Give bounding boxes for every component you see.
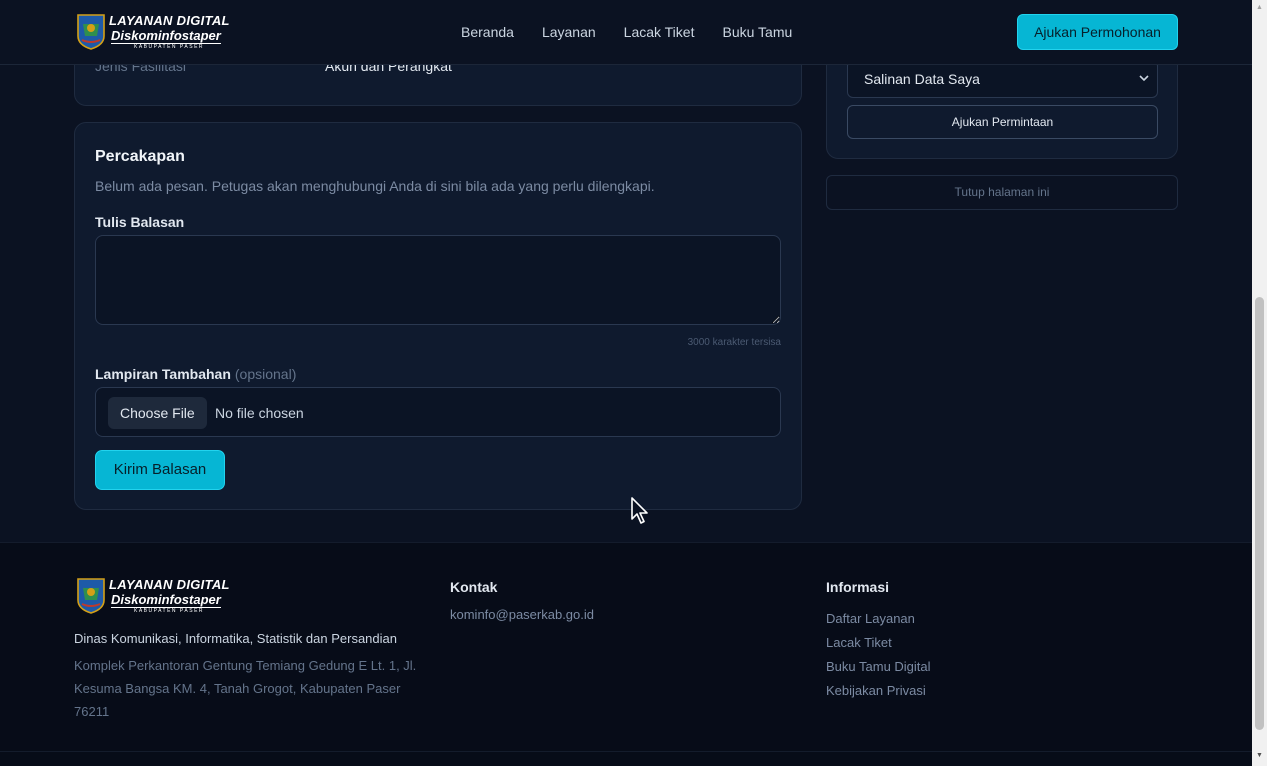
scroll-down-arrow-icon[interactable]: ▼ bbox=[1256, 752, 1263, 759]
data-request-select[interactable]: Salinan Data Saya bbox=[847, 60, 1158, 98]
logo-region: KABUPATEN PASER bbox=[134, 44, 205, 50]
logo-title: LAYANAN DIGITAL bbox=[109, 577, 230, 592]
send-reply-button[interactable]: Kirim Balasan bbox=[95, 450, 225, 490]
attachment-label-text: Lampiran Tambahan bbox=[95, 366, 231, 382]
file-input[interactable]: Choose File No file chosen bbox=[95, 387, 781, 437]
footer-link-service-list[interactable]: Daftar Layanan bbox=[826, 607, 931, 631]
main-nav: Beranda Layanan Lacak Tiket Buku Tamu bbox=[461, 24, 792, 40]
page-content: Jenis Fasilitasi Akun dan Perangkat Perc… bbox=[0, 0, 1252, 766]
logo-subtitle: Diskominfostaper bbox=[111, 592, 221, 608]
char-counter: 3000 karakter tersisa bbox=[687, 337, 781, 348]
conversation-title: Percakapan bbox=[95, 148, 185, 165]
chevron-down-icon bbox=[1139, 61, 1149, 97]
footer-info-title: Informasi bbox=[826, 579, 890, 595]
choose-file-button[interactable]: Choose File bbox=[108, 397, 207, 429]
nav-home[interactable]: Beranda bbox=[461, 24, 514, 40]
no-file-chosen-text: No file chosen bbox=[215, 405, 304, 421]
footer-email-link[interactable]: kominfo@paserkab.go.id bbox=[450, 607, 594, 622]
attachment-optional-text: (opsional) bbox=[234, 366, 297, 382]
reply-textarea[interactable] bbox=[95, 235, 781, 325]
scrollbar-thumb[interactable] bbox=[1255, 297, 1264, 730]
emblem-icon bbox=[77, 578, 105, 614]
footer-logo[interactable]: LAYANAN DIGITAL Diskominfostaper KABUPAT… bbox=[76, 576, 232, 616]
footer-link-privacy[interactable]: Kebijakan Privasi bbox=[826, 679, 931, 703]
nav-guestbook[interactable]: Buku Tamu bbox=[722, 24, 792, 40]
submit-application-button[interactable]: Ajukan Permohonan bbox=[1017, 14, 1178, 50]
top-navbar: LAYANAN DIGITAL Diskominfostaper KABUPAT… bbox=[0, 0, 1252, 65]
footer-contact-title: Kontak bbox=[450, 579, 498, 595]
close-page-button[interactable]: Tutup halaman ini bbox=[826, 175, 1178, 210]
footer-org-name: Dinas Komunikasi, Informatika, Statistik… bbox=[74, 631, 397, 646]
header-logo[interactable]: LAYANAN DIGITAL Diskominfostaper KABUPAT… bbox=[76, 12, 232, 52]
logo-subtitle: Diskominfostaper bbox=[111, 28, 221, 44]
logo-title: LAYANAN DIGITAL bbox=[109, 13, 230, 28]
footer: LAYANAN DIGITAL Diskominfostaper KABUPAT… bbox=[0, 542, 1252, 766]
scroll-up-arrow-icon[interactable]: ▲ bbox=[1256, 4, 1263, 11]
attachment-label: Lampiran Tambahan (opsional) bbox=[95, 366, 296, 382]
footer-link-track-ticket[interactable]: Lacak Tiket bbox=[826, 631, 931, 655]
mouse-cursor-icon bbox=[631, 497, 648, 524]
select-value: Salinan Data Saya bbox=[864, 71, 980, 87]
footer-link-guestbook[interactable]: Buku Tamu Digital bbox=[826, 655, 931, 679]
emblem-icon bbox=[77, 14, 105, 50]
conversation-card: Percakapan Belum ada pesan. Petugas akan… bbox=[74, 122, 802, 510]
footer-info-links: Daftar Layanan Lacak Tiket Buku Tamu Dig… bbox=[826, 607, 931, 703]
empty-conversation-message: Belum ada pesan. Petugas akan menghubung… bbox=[95, 178, 655, 194]
submit-request-button[interactable]: Ajukan Permintaan bbox=[847, 105, 1158, 139]
nav-services[interactable]: Layanan bbox=[542, 24, 596, 40]
logo-region: KABUPATEN PASER bbox=[134, 608, 205, 614]
footer-address: Komplek Perkantoran Gentung Temiang Gedu… bbox=[74, 658, 417, 719]
reply-label: Tulis Balasan bbox=[95, 214, 185, 230]
page-scrollbar[interactable]: ▲ ▼ bbox=[1252, 0, 1267, 766]
nav-track-ticket[interactable]: Lacak Tiket bbox=[624, 24, 695, 40]
footer-divider bbox=[0, 751, 1252, 752]
